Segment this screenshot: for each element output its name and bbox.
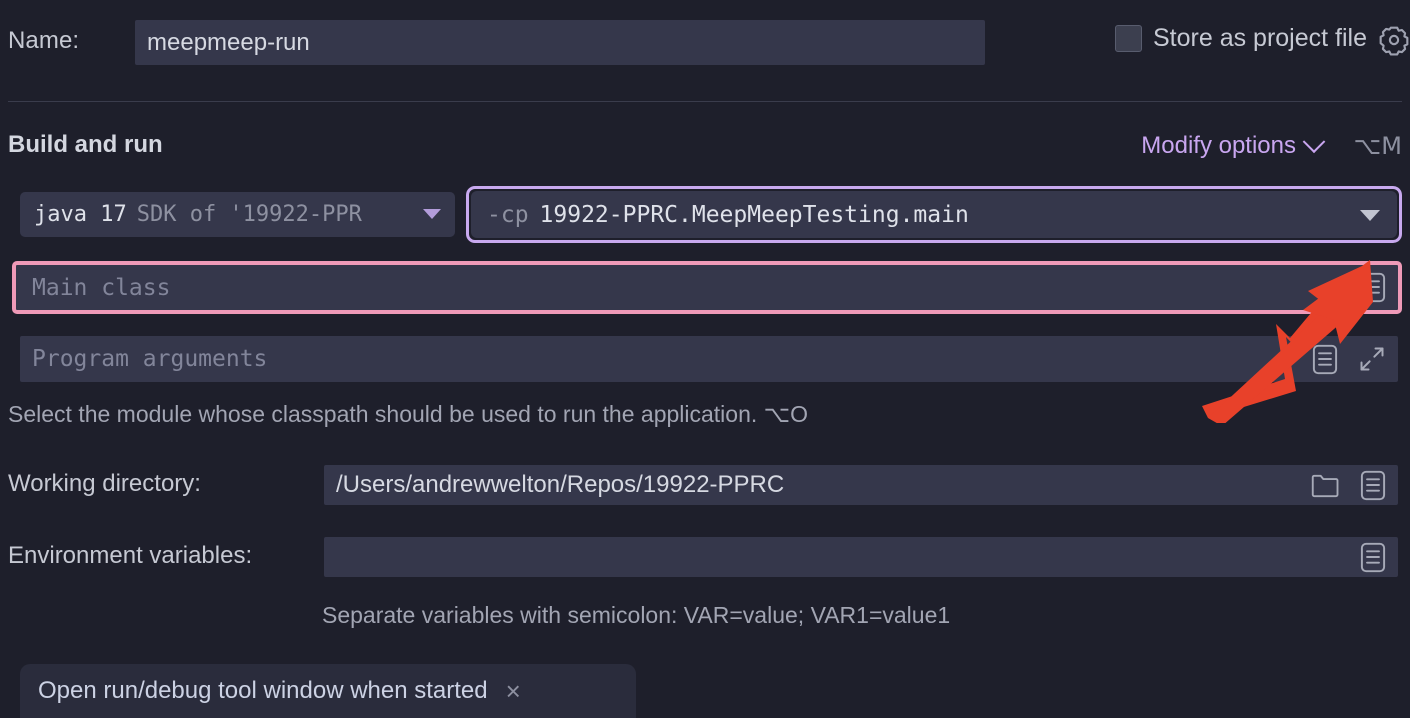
program-arguments-field-icons: [1312, 336, 1386, 382]
working-directory-label: Working directory:: [8, 470, 201, 497]
main-class-browse-icon[interactable]: [1360, 272, 1386, 303]
store-as-project-file-label: Store as project file: [1153, 23, 1367, 52]
environment-variables-hint: Separate variables with semicolon: VAR=v…: [322, 602, 951, 628]
main-class-placeholder: Main class: [32, 274, 171, 301]
working-directory-field-icons: [1310, 465, 1386, 505]
classpath-module-combo[interactable]: -cp 19922-PPRC.MeepMeepTesting.main: [466, 186, 1402, 243]
chevron-down-icon: [1302, 130, 1326, 154]
name-input[interactable]: meepmeep-run: [135, 20, 985, 65]
modify-options-button[interactable]: Modify options: [1141, 130, 1326, 160]
name-label: Name:: [8, 27, 80, 54]
main-class-input[interactable]: Main class: [12, 261, 1402, 314]
classpath-prefix: -cp: [487, 201, 529, 228]
environment-variables-field-icons: [1360, 537, 1386, 577]
main-class-field-icons: [1360, 265, 1386, 310]
classpath-value: 19922-PPRC.MeepMeepTesting.main: [539, 201, 969, 228]
environment-variables-browse-icon[interactable]: [1360, 542, 1386, 573]
triangle-down-icon[interactable]: [1360, 210, 1380, 221]
working-directory-macro-icon[interactable]: [1360, 470, 1386, 501]
name-row: Name: meepmeep-run Store as project file: [0, 0, 1410, 86]
environment-variables-input[interactable]: [324, 537, 1398, 577]
classpath-module-combo-inner: -cp 19922-PPRC.MeepMeepTesting.main: [471, 191, 1397, 238]
run-configuration-dialog: Name: meepmeep-run Store as project file…: [0, 0, 1410, 718]
modify-options-label: Modify options: [1141, 132, 1296, 159]
jre-combo[interactable]: java 17 SDK of '19922-PPR: [20, 192, 455, 237]
section-divider: [8, 101, 1402, 102]
jre-name: java 17: [34, 202, 127, 227]
store-as-project-file-checkbox[interactable]: [1115, 24, 1142, 52]
environment-variables-label: Environment variables:: [8, 542, 253, 569]
program-arguments-input[interactable]: Program arguments: [20, 336, 1398, 382]
module-hint-text: Select the module whose classpath should…: [8, 401, 809, 427]
working-directory-value: /Users/andrewwelton/Repos/19922-PPRC: [336, 471, 785, 498]
triangle-down-icon[interactable]: [423, 209, 441, 219]
modify-options-shortcut: ⌥M: [1353, 132, 1402, 160]
option-chip-label: Open run/debug tool window when started: [38, 677, 488, 704]
build-and-run-title: Build and run: [8, 131, 163, 158]
gear-icon[interactable]: [1378, 24, 1410, 56]
working-directory-input[interactable]: /Users/andrewwelton/Repos/19922-PPRC: [324, 465, 1398, 505]
jre-description: SDK of '19922-PPR: [136, 202, 362, 227]
name-input-value: meepmeep-run: [147, 28, 310, 56]
close-icon[interactable]: ×: [506, 678, 521, 704]
program-arguments-macro-icon[interactable]: [1312, 344, 1338, 375]
option-chip-open-run-debug-tool-window[interactable]: Open run/debug tool window when started …: [20, 664, 636, 718]
folder-icon[interactable]: [1310, 473, 1340, 498]
store-as-project-file-group[interactable]: Store as project file: [1115, 22, 1410, 56]
expand-diagonal-icon[interactable]: [1358, 345, 1386, 373]
program-arguments-placeholder: Program arguments: [32, 346, 268, 372]
